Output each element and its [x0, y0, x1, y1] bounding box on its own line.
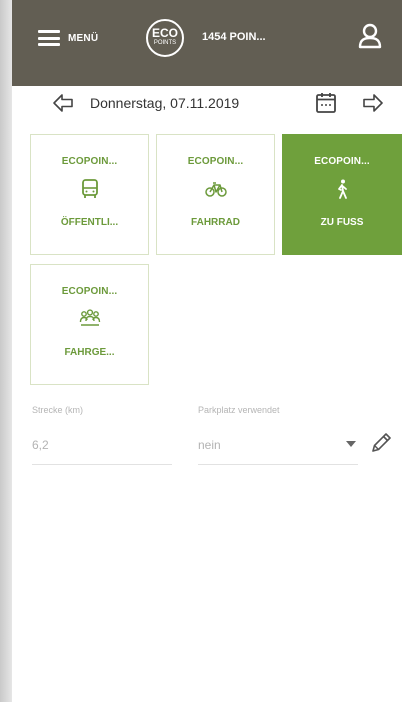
distance-input[interactable]: 6,2: [32, 438, 49, 452]
ecopoints-logo: ECO POINTS: [146, 19, 184, 57]
tile-label: FAHRRAD: [191, 217, 240, 228]
user-icon: [358, 23, 382, 49]
tile-public-transport[interactable]: ECOPOIN... ÖFFENTLI...: [30, 134, 149, 255]
points-counter: 1454 POIN...: [202, 31, 266, 43]
selected-date[interactable]: Donnerstag, 07.11.2019: [90, 95, 239, 111]
tile-title: ECOPOIN...: [61, 286, 118, 297]
pencil-icon: [372, 433, 391, 452]
distance-label: Strecke (km): [32, 405, 84, 415]
next-day-button[interactable]: [362, 92, 384, 114]
tile-bicycle[interactable]: ECOPOIN... FAHRRAD: [156, 134, 275, 255]
menu-button[interactable]: MENÜ: [38, 27, 98, 49]
parking-select[interactable]: nein: [198, 438, 221, 452]
parking-label: Parkplatz verwendet: [198, 405, 280, 415]
logo-text-eco: ECO: [151, 26, 178, 40]
edit-button[interactable]: [368, 430, 394, 456]
carpool-icon: [79, 309, 100, 326]
tile-title: ECOPOIN...: [61, 156, 118, 167]
tile-walking[interactable]: ECOPOIN... ZU FUSS: [282, 134, 402, 255]
previous-day-button[interactable]: [52, 92, 74, 114]
arrow-right-icon: [363, 94, 383, 112]
walking-icon: [338, 179, 347, 199]
app-frame: MENÜ ECO POINTS 1454 POIN... Donnerstag,…: [12, 0, 402, 702]
top-app-bar: MENÜ ECO POINTS 1454 POIN...: [12, 0, 402, 86]
distance-underline: [32, 464, 172, 465]
parking-underline: [198, 464, 358, 465]
tile-carpool[interactable]: ECOPOIN... FAHRGE...: [30, 264, 149, 385]
hamburger-icon: [38, 30, 60, 46]
chevron-down-icon[interactable]: [346, 441, 356, 447]
tile-title: ECOPOIN...: [314, 156, 370, 167]
user-profile-button[interactable]: [358, 23, 382, 49]
bus-icon: [81, 179, 98, 198]
date-navigation: Donnerstag, 07.11.2019: [52, 88, 392, 120]
calendar-button[interactable]: [314, 91, 338, 115]
tile-title: ECOPOIN...: [187, 156, 244, 167]
arrow-left-icon: [53, 94, 73, 112]
menu-label: MENÜ: [68, 32, 99, 44]
tile-label: FAHRGE...: [64, 347, 115, 358]
bicycle-icon: [204, 182, 227, 197]
window-edge: [0, 0, 12, 702]
tile-label: ZU FUSS: [320, 217, 364, 228]
calendar-icon: [316, 93, 336, 113]
tile-label: ÖFFENTLI...: [60, 217, 119, 228]
logo-text-points: POINTS: [153, 40, 177, 46]
